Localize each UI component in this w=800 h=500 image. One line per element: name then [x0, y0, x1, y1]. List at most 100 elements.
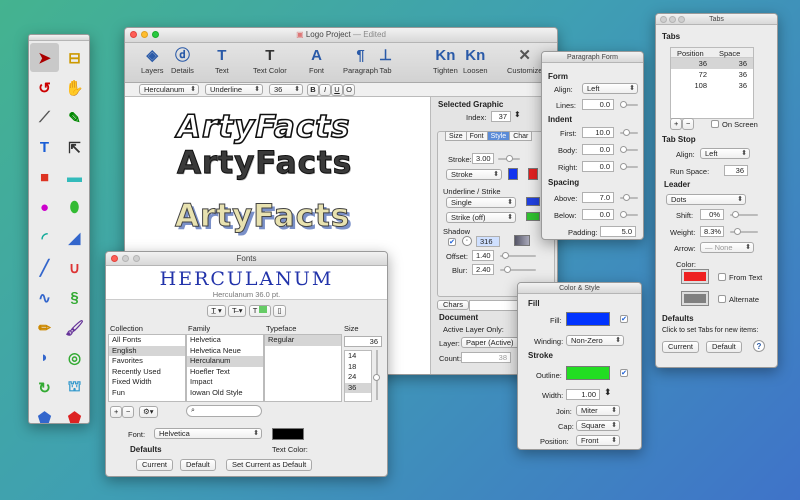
- collection-item[interactable]: Fun: [109, 388, 185, 399]
- fill-checkbox[interactable]: [620, 315, 628, 323]
- lines-field[interactable]: 0.0: [582, 99, 614, 110]
- first-slider[interactable]: [620, 129, 638, 136]
- art-text-shadow[interactable]: ArtyFacts: [174, 198, 350, 235]
- chars-button[interactable]: Chars: [437, 300, 470, 310]
- reshape-icon[interactable]: ✎: [60, 103, 89, 132]
- underline-color-well[interactable]: [526, 197, 540, 206]
- body-field[interactable]: 0.0: [582, 144, 614, 155]
- stroke-field[interactable]: 3.00: [472, 153, 494, 164]
- position-popup[interactable]: Front: [576, 435, 620, 446]
- typeface-list[interactable]: Regular: [264, 334, 342, 402]
- rounded-rect-icon[interactable]: ▬: [60, 163, 89, 192]
- family-list[interactable]: Helvetica Helvetica Neue Herculanum Hoefler…: [186, 334, 264, 402]
- body-slider[interactable]: [620, 146, 638, 153]
- stroke-slider[interactable]: [498, 155, 520, 162]
- size-popup[interactable]: 36: [269, 84, 303, 95]
- text-tool-icon[interactable]: T: [30, 133, 59, 162]
- size-item[interactable]: 18: [345, 362, 371, 373]
- size-slider[interactable]: [373, 350, 380, 400]
- winding-popup[interactable]: Non-Zero: [566, 335, 624, 346]
- color-style-titlebar[interactable]: Color & Style: [518, 283, 641, 294]
- paragraph-toolbar-button[interactable]: ¶ Paragraph: [343, 46, 378, 75]
- text-color-well[interactable]: [272, 428, 304, 440]
- font-toolbar-button[interactable]: A Font: [309, 46, 324, 75]
- scalpel-icon[interactable]: ⟋: [30, 103, 59, 132]
- weight-field[interactable]: 8.3%: [700, 226, 724, 237]
- weight-slider[interactable]: [730, 228, 758, 235]
- font-popup[interactable]: Herculanum: [139, 84, 199, 95]
- fill-color-well[interactable]: [528, 168, 538, 180]
- strike-popup[interactable]: Strike (off): [446, 212, 516, 223]
- family-item[interactable]: Helvetica: [187, 335, 263, 346]
- remove-collection-button[interactable]: −: [122, 406, 135, 418]
- index-stepper[interactable]: ⬍: [514, 110, 521, 119]
- right-slider[interactable]: [620, 163, 638, 170]
- outline-button[interactable]: O: [343, 84, 355, 96]
- leader-color-well[interactable]: [681, 269, 709, 284]
- tab-align-popup[interactable]: Left: [700, 148, 750, 159]
- font-popup-defaults[interactable]: Helvetica: [154, 428, 262, 439]
- first-field[interactable]: 10.0: [582, 127, 614, 138]
- fonts-close-button[interactable]: [111, 255, 118, 262]
- width-field[interactable]: 1.00: [566, 389, 600, 400]
- measure-tape-icon[interactable]: ⊟: [60, 43, 89, 72]
- blur-field[interactable]: 2.40: [472, 264, 494, 275]
- shift-field[interactable]: 0%: [700, 209, 724, 220]
- rotate-arrow-icon[interactable]: ↻: [30, 373, 59, 402]
- stroke-popup[interactable]: Stroke: [446, 169, 502, 180]
- fonts-titlebar[interactable]: Fonts: [106, 252, 387, 266]
- minimize-button[interactable]: [141, 31, 148, 38]
- polygon-icon[interactable]: ◢: [60, 223, 89, 252]
- collection-list[interactable]: All Fonts English Favorites Recently Used Fi…: [108, 334, 186, 402]
- join-popup[interactable]: Miter: [576, 405, 620, 416]
- select-arrow-icon[interactable]: ➤: [30, 43, 59, 72]
- shadow-angle-field[interactable]: 316: [476, 236, 500, 247]
- line-icon[interactable]: ╱: [30, 253, 59, 282]
- outline-checkbox[interactable]: [620, 369, 628, 377]
- arrow-popup[interactable]: — None: [700, 242, 754, 253]
- add-tab-button[interactable]: +: [670, 118, 683, 130]
- collection-item[interactable]: Fixed Width: [109, 377, 185, 388]
- underline-button[interactable]: U: [331, 84, 343, 96]
- oval-icon[interactable]: ⬮: [60, 193, 89, 222]
- from-text-checkbox[interactable]: [718, 273, 726, 281]
- hand-icon[interactable]: ✋: [60, 73, 89, 102]
- document-color-button[interactable]: ▯: [273, 305, 286, 317]
- tabs-close-button[interactable]: [660, 16, 667, 23]
- details-toolbar-button[interactable]: ⓓ Details: [171, 46, 194, 75]
- text-color-toolbar-button[interactable]: T Text Color: [253, 46, 287, 75]
- tab-font[interactable]: Font: [465, 131, 488, 141]
- default-button[interactable]: Default: [180, 459, 216, 471]
- below-slider[interactable]: [620, 211, 638, 218]
- tabs-zoom-button[interactable]: [678, 16, 685, 23]
- below-field[interactable]: 0.0: [582, 209, 614, 220]
- freeform-icon[interactable]: ◗: [30, 343, 59, 372]
- tab-style[interactable]: Style: [486, 131, 511, 141]
- tab-size[interactable]: Size: [445, 131, 467, 141]
- tab-char[interactable]: Char: [509, 131, 533, 141]
- typeface-item[interactable]: Regular: [265, 335, 341, 346]
- on-screen-checkbox[interactable]: [711, 120, 719, 128]
- bezier-icon[interactable]: ∿: [30, 283, 59, 312]
- underline-style-popup[interactable]: Single: [446, 197, 516, 208]
- underline-popup[interactable]: Underline: [205, 84, 263, 95]
- right-field[interactable]: 0.0: [582, 161, 614, 172]
- remove-tab-button[interactable]: −: [682, 118, 695, 130]
- loosen-toolbar-button[interactable]: Kn Loosen: [463, 46, 488, 75]
- offset-field[interactable]: 1.40: [472, 250, 494, 261]
- tab-row[interactable]: 108 36: [671, 80, 753, 91]
- family-item[interactable]: Hoefler Text: [187, 367, 263, 378]
- font-search-field[interactable]: ⌕: [186, 405, 262, 417]
- rectangle-icon[interactable]: ■: [30, 163, 59, 192]
- close-button[interactable]: [130, 31, 137, 38]
- tabs-table[interactable]: Position Space 36 36 72 36 108 36: [670, 47, 754, 119]
- size-item[interactable]: 24: [345, 372, 371, 383]
- collection-item[interactable]: English: [109, 345, 185, 357]
- action-menu-button[interactable]: ⚙▾: [139, 406, 158, 418]
- tab-row[interactable]: 36 36: [671, 58, 753, 69]
- pentagon-red-icon[interactable]: ⬟: [60, 403, 89, 424]
- family-item[interactable]: Helvetica Neue: [187, 346, 263, 357]
- lines-slider[interactable]: [620, 101, 638, 108]
- tabs-default-button[interactable]: Default: [706, 341, 742, 353]
- collection-item[interactable]: All Fonts: [109, 335, 185, 346]
